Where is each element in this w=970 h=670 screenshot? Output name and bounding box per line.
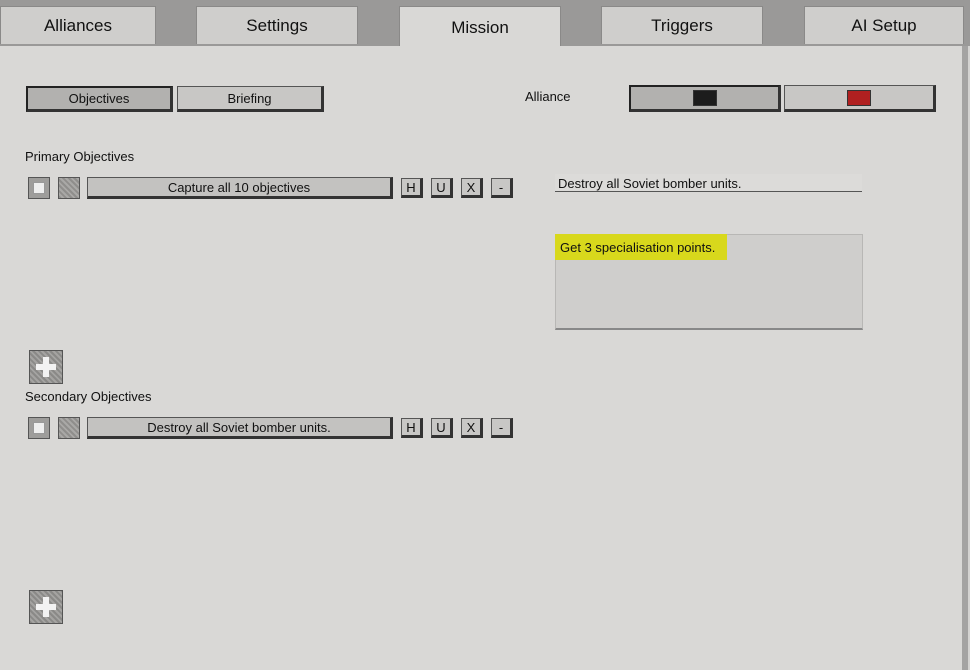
tab-strip: Alliances Settings Mission Triggers AI S… xyxy=(0,0,970,48)
primary-objective-item[interactable]: Capture all 10 objectives xyxy=(87,177,393,199)
secondary-objective-item[interactable]: Destroy all Soviet bomber units. xyxy=(87,417,393,439)
alliance-black-button[interactable] xyxy=(629,85,781,112)
alliance-red-button[interactable] xyxy=(784,85,936,112)
primary-h-button[interactable]: H xyxy=(401,178,423,198)
secondary-objectives-title: Secondary Objectives xyxy=(25,389,152,404)
add-primary-objective-button[interactable] xyxy=(29,350,63,384)
tab-alliances[interactable]: Alliances xyxy=(0,6,156,44)
mission-panel xyxy=(0,46,968,670)
secondary-objective-checkbox[interactable] xyxy=(28,417,50,439)
tab-settings[interactable]: Settings xyxy=(196,6,358,44)
primary-minus-button[interactable]: - xyxy=(491,178,513,198)
primary-x-button[interactable]: X xyxy=(461,178,483,198)
tab-triggers[interactable]: Triggers xyxy=(601,6,763,44)
objectives-subtab[interactable]: Objectives xyxy=(26,86,173,112)
primary-u-button[interactable]: U xyxy=(431,178,453,198)
objective-description-input[interactable]: Destroy all Soviet bomber units. xyxy=(555,174,862,192)
alliance-label: Alliance xyxy=(525,89,571,104)
secondary-u-button[interactable]: U xyxy=(431,418,453,438)
add-secondary-objective-button[interactable] xyxy=(29,590,63,624)
plus-icon xyxy=(36,597,56,617)
plus-icon xyxy=(36,357,56,377)
tab-ai-setup[interactable]: AI Setup xyxy=(804,6,964,44)
primary-objectives-title: Primary Objectives xyxy=(25,149,135,164)
primary-objective-checkbox[interactable] xyxy=(28,177,50,199)
briefing-subtab[interactable]: Briefing xyxy=(177,86,324,112)
tab-mission[interactable]: Mission xyxy=(399,6,561,48)
alliance-red-swatch xyxy=(847,89,871,106)
briefing-text-highlight: Get 3 specialisation points. xyxy=(555,234,727,260)
secondary-minus-button[interactable]: - xyxy=(491,418,513,438)
secondary-h-button[interactable]: H xyxy=(401,418,423,438)
alliance-black-swatch xyxy=(692,90,717,106)
secondary-x-button[interactable]: X xyxy=(461,418,483,438)
primary-objective-toggle[interactable] xyxy=(58,177,80,199)
secondary-objective-toggle[interactable] xyxy=(58,417,80,439)
